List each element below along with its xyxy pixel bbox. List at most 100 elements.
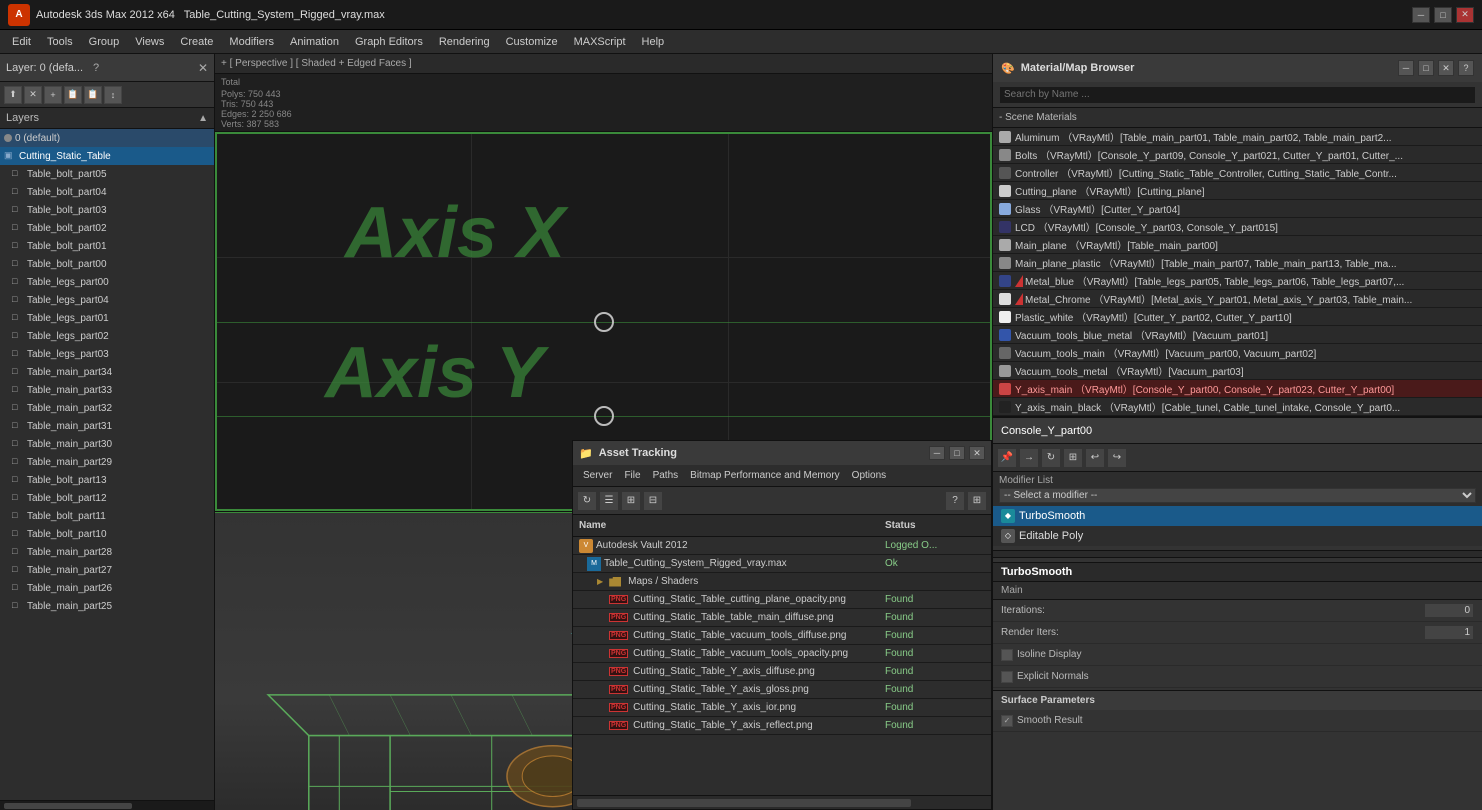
material-item-lcd[interactable]: LCD （VRayMtl）[Console_Y_part03, Console_… bbox=[993, 218, 1482, 236]
modifier-tool-scale[interactable]: ⊞ bbox=[1063, 448, 1083, 468]
layer-tool-sort[interactable]: ↕ bbox=[104, 86, 122, 104]
close-button[interactable]: ✕ bbox=[1456, 7, 1474, 23]
at-row-max-file[interactable]: M Table_Cutting_System_Rigged_vray.max O… bbox=[573, 555, 991, 573]
material-item-vacuum-main[interactable]: Vacuum_tools_main （VRayMtl）[Vacuum_part0… bbox=[993, 344, 1482, 362]
material-item-y-axis-black[interactable]: Y_axis_main_black （VRayMtl）[Cable_tunel,… bbox=[993, 398, 1482, 416]
layer-item[interactable]: □Table_bolt_part04 bbox=[0, 183, 214, 201]
material-item-main-plane-plastic[interactable]: Main_plane_plastic （VRayMtl）[Table_main_… bbox=[993, 254, 1482, 272]
at-row-png-5[interactable]: PNG Cutting_Static_Table_Y_axis_diffuse.… bbox=[573, 663, 991, 681]
material-search-input[interactable] bbox=[999, 86, 1476, 104]
at-row-png-7[interactable]: PNG Cutting_Static_Table_Y_axis_ior.png … bbox=[573, 699, 991, 717]
at-tool-expand[interactable]: ⊞ bbox=[967, 491, 987, 511]
material-item-cutting-plane[interactable]: Cutting_plane （VRayMtl）[Cutting_plane] bbox=[993, 182, 1482, 200]
at-tool-refresh[interactable]: ↻ bbox=[577, 491, 597, 511]
material-item-vacuum-blue[interactable]: Vacuum_tools_blue_metal （VRayMtl）[Vacuum… bbox=[993, 326, 1482, 344]
at-row-png-3[interactable]: PNG Cutting_Static_Table_vacuum_tools_di… bbox=[573, 627, 991, 645]
modifier-tool-redo[interactable]: ↪ bbox=[1107, 448, 1127, 468]
material-item-glass[interactable]: Glass （VRayMtl）[Cutter_Y_part04] bbox=[993, 200, 1482, 218]
at-menu-bitmap-perf[interactable]: Bitmap Performance and Memory bbox=[684, 468, 846, 483]
layer-item[interactable]: □Table_bolt_part12 bbox=[0, 489, 214, 507]
maximize-button[interactable]: □ bbox=[1434, 7, 1452, 23]
at-row-maps-shaders[interactable]: ▶ Maps / Shaders bbox=[573, 573, 991, 591]
material-item-y-axis-main[interactable]: Y_axis_main （VRayMtl）[Console_Y_part00, … bbox=[993, 380, 1482, 398]
layer-item[interactable]: □Table_legs_part02 bbox=[0, 327, 214, 345]
isoline-checkbox[interactable] bbox=[1001, 649, 1013, 661]
mat-browser-maximize[interactable]: □ bbox=[1418, 60, 1434, 76]
layer-item[interactable]: □Table_legs_part00 bbox=[0, 273, 214, 291]
at-menu-file[interactable]: File bbox=[618, 468, 646, 483]
layer-horizontal-scrollbar[interactable] bbox=[0, 800, 214, 810]
material-item-metal-blue[interactable]: Metal_blue （VRayMtl）[Table_legs_part05, … bbox=[993, 272, 1482, 290]
material-item-main-plane[interactable]: Main_plane （VRayMtl）[Table_main_part00] bbox=[993, 236, 1482, 254]
menu-group[interactable]: Group bbox=[81, 34, 128, 50]
material-item-vacuum-metal[interactable]: Vacuum_tools_metal （VRayMtl）[Vacuum_part… bbox=[993, 362, 1482, 380]
menu-maxscript[interactable]: MAXScript bbox=[566, 34, 634, 50]
menu-tools[interactable]: Tools bbox=[39, 34, 81, 50]
layer-tool-paste[interactable]: 📋 bbox=[84, 86, 102, 104]
at-row-png-4[interactable]: PNG Cutting_Static_Table_vacuum_tools_op… bbox=[573, 645, 991, 663]
layer-item[interactable]: □Table_main_part31 bbox=[0, 417, 214, 435]
layer-item[interactable]: □Table_main_part25 bbox=[0, 597, 214, 615]
modifier-entry-editable-poly[interactable]: ◇ Editable Poly bbox=[993, 526, 1482, 546]
material-search-bar[interactable] bbox=[993, 82, 1482, 108]
layer-item[interactable]: □Table_legs_part04 bbox=[0, 291, 214, 309]
menu-graph-editors[interactable]: Graph Editors bbox=[347, 34, 431, 50]
iterations-input[interactable] bbox=[1424, 603, 1474, 618]
mat-browser-close[interactable]: ✕ bbox=[1438, 60, 1454, 76]
modifier-list-dropdown[interactable]: -- Select a modifier -- bbox=[999, 488, 1476, 503]
layer-tool-add[interactable]: + bbox=[44, 86, 62, 104]
at-tool-help[interactable]: ? bbox=[945, 491, 965, 511]
modifier-tool-pin[interactable]: 📌 bbox=[997, 448, 1017, 468]
at-tool-details[interactable]: ⊞ bbox=[621, 491, 641, 511]
layer-item[interactable]: □Table_main_part34 bbox=[0, 363, 214, 381]
material-item-aluminum[interactable]: Aluminum （VRayMtl）[Table_main_part01, Ta… bbox=[993, 128, 1482, 146]
material-item-plastic-white[interactable]: Plastic_white （VRayMtl）[Cutter_Y_part02,… bbox=[993, 308, 1482, 326]
layer-dialog-close[interactable]: ✕ bbox=[198, 61, 208, 75]
at-menu-server[interactable]: Server bbox=[577, 468, 618, 483]
at-close[interactable]: ✕ bbox=[969, 446, 985, 460]
layer-tool-delete[interactable]: ✕ bbox=[24, 86, 42, 104]
at-tool-icons[interactable]: ⊟ bbox=[643, 491, 663, 511]
at-row-png-6[interactable]: PNG Cutting_Static_Table_Y_axis_gloss.pn… bbox=[573, 681, 991, 699]
at-minimize[interactable]: ─ bbox=[929, 446, 945, 460]
layer-item[interactable]: □Table_bolt_part13 bbox=[0, 471, 214, 489]
mat-browser-help[interactable]: ? bbox=[1458, 60, 1474, 76]
asset-tracking-titlebar[interactable]: 📁 Asset Tracking ─ □ ✕ bbox=[573, 441, 991, 465]
layer-dialog-question[interactable]: ? bbox=[93, 62, 99, 74]
layer-list[interactable]: 0 (default) ▣ Cutting_Static_Table □Tabl… bbox=[0, 129, 214, 800]
modifier-tool-undo[interactable]: ↩ bbox=[1085, 448, 1105, 468]
menu-edit[interactable]: Edit bbox=[4, 34, 39, 50]
layer-item[interactable]: □Table_bolt_part11 bbox=[0, 507, 214, 525]
layer-item[interactable]: □Table_main_part28 bbox=[0, 543, 214, 561]
at-tool-list[interactable]: ☰ bbox=[599, 491, 619, 511]
material-item-controller[interactable]: Controller （VRayMtl）[Cutting_Static_Tabl… bbox=[993, 164, 1482, 182]
layer-item[interactable]: □Table_legs_part01 bbox=[0, 309, 214, 327]
at-file-list[interactable]: V Autodesk Vault 2012 Logged O... M Tabl… bbox=[573, 537, 991, 795]
titlebar-controls[interactable]: ─ □ ✕ bbox=[1412, 7, 1474, 23]
layer-item[interactable]: □Table_main_part30 bbox=[0, 435, 214, 453]
layer-item[interactable]: □Table_bolt_part00 bbox=[0, 255, 214, 273]
at-scrollbar-thumb[interactable] bbox=[577, 799, 911, 807]
modifier-entry-turbosmooth[interactable]: ◆ TurboSmooth bbox=[993, 506, 1482, 526]
layer-item[interactable]: □Table_bolt_part01 bbox=[0, 237, 214, 255]
menu-rendering[interactable]: Rendering bbox=[431, 34, 498, 50]
minimize-button[interactable]: ─ bbox=[1412, 7, 1430, 23]
at-row-png-2[interactable]: PNG Cutting_Static_Table_table_main_diff… bbox=[573, 609, 991, 627]
layer-scrollbar-thumb[interactable] bbox=[4, 803, 132, 809]
modifier-tool-move[interactable]: → bbox=[1019, 448, 1039, 468]
at-maximize[interactable]: □ bbox=[949, 446, 965, 460]
layer-tool-copy[interactable]: 📋 bbox=[64, 86, 82, 104]
menu-animation[interactable]: Animation bbox=[282, 34, 347, 50]
layer-item[interactable]: □Table_bolt_part05 bbox=[0, 165, 214, 183]
layer-item[interactable]: □Table_main_part29 bbox=[0, 453, 214, 471]
at-menu-options[interactable]: Options bbox=[846, 468, 892, 483]
material-list[interactable]: Aluminum （VRayMtl）[Table_main_part01, Ta… bbox=[993, 128, 1482, 416]
at-menu-paths[interactable]: Paths bbox=[647, 468, 685, 483]
at-row-png-8[interactable]: PNG Cutting_Static_Table_Y_axis_reflect.… bbox=[573, 717, 991, 735]
layer-item[interactable]: □Table_bolt_part02 bbox=[0, 219, 214, 237]
material-item-metal-chrome[interactable]: Metal_Chrome （VRayMtl）[Metal_axis_Y_part… bbox=[993, 290, 1482, 308]
render-iters-input[interactable] bbox=[1424, 625, 1474, 640]
at-row-vault[interactable]: V Autodesk Vault 2012 Logged O... bbox=[573, 537, 991, 555]
layer-item[interactable]: □Table_main_part27 bbox=[0, 561, 214, 579]
at-row-png-1[interactable]: PNG Cutting_Static_Table_cutting_plane_o… bbox=[573, 591, 991, 609]
